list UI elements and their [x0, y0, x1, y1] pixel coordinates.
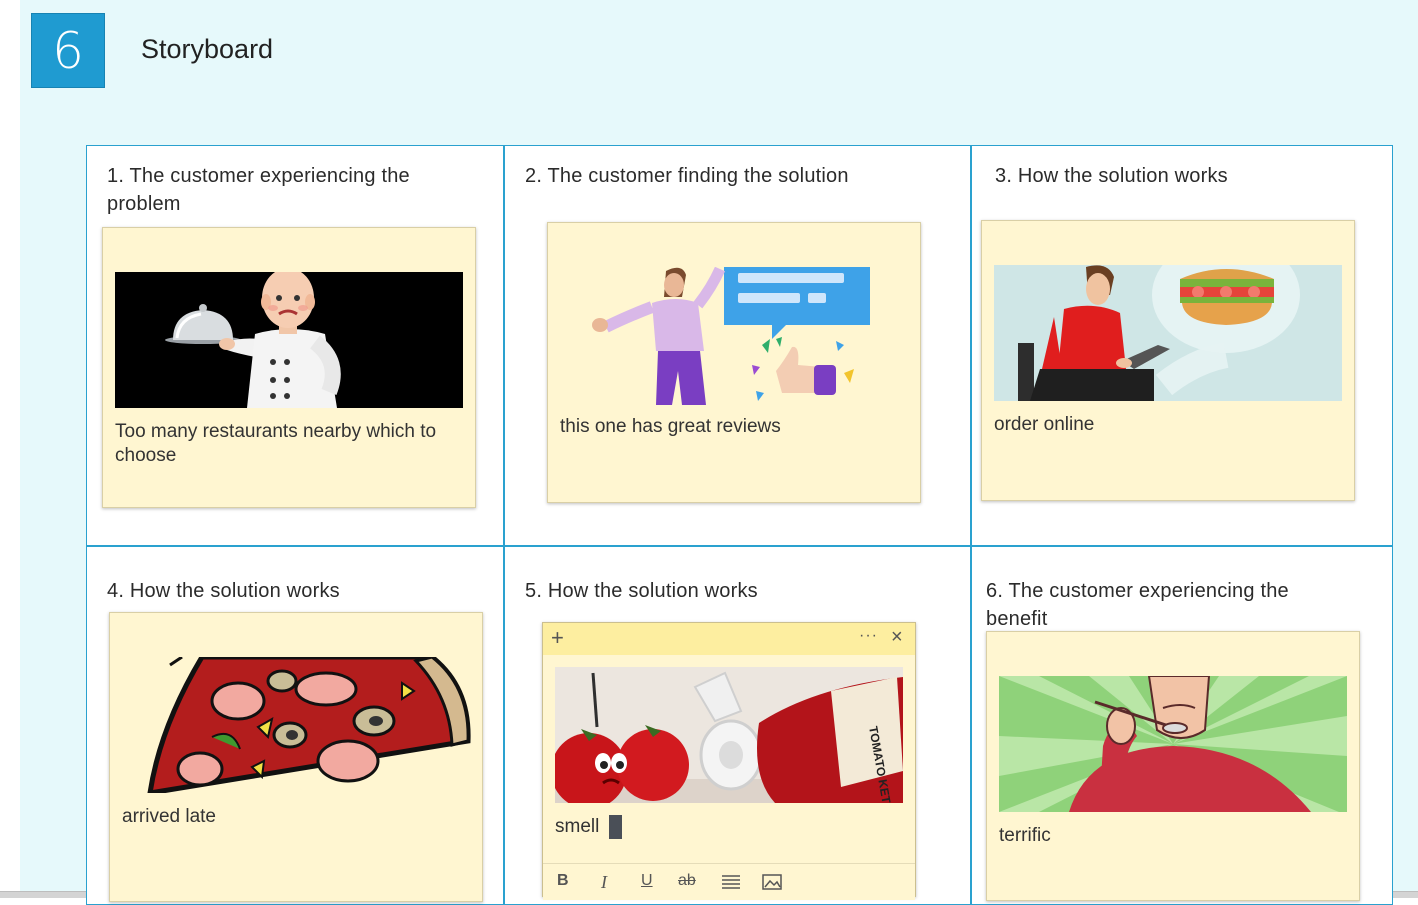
cell-title-4: 4. How the solution works — [107, 580, 340, 602]
note-text: order online — [994, 414, 1095, 435]
close-icon[interactable]: × — [891, 626, 903, 649]
note-text-value: smell — [555, 816, 600, 838]
cell-title-6: 6. The customer experiencing the benefit — [986, 580, 1289, 630]
note-text[interactable]: smell — [555, 815, 675, 839]
note-text: this one has great reviews — [560, 416, 781, 437]
italic-button[interactable]: I — [601, 872, 607, 893]
sticky-note-5-editing[interactable]: + ··· × TOMATO KETCHUP smell B I U ab — [542, 622, 916, 900]
sticky-note-1[interactable]: Too many restaurants nearby which to cho… — [102, 227, 476, 508]
ketchup-image: TOMATO KETCHUP — [555, 667, 903, 803]
cell-title-5: 5. How the solution works — [525, 580, 758, 602]
board-number-badge: 6 — [31, 13, 105, 88]
sticky-note-3[interactable]: order online — [981, 220, 1355, 501]
chef-image — [115, 272, 463, 408]
text-cursor — [608, 815, 622, 839]
sticky-note-2[interactable]: this one has great reviews — [547, 222, 921, 503]
sticky-note-4[interactable]: arrived late — [109, 612, 483, 902]
order-online-image — [994, 265, 1342, 401]
strikethrough-button[interactable]: ab — [678, 872, 696, 890]
more-icon[interactable]: ··· — [859, 627, 878, 645]
cell-title-2: 2. The customer finding the solution — [525, 165, 849, 187]
plus-icon[interactable]: + — [551, 626, 564, 650]
man-eating-image — [999, 676, 1347, 812]
woman-chat-image — [586, 267, 872, 405]
grid-divider — [503, 145, 505, 905]
bold-button[interactable]: B — [557, 872, 569, 890]
format-toolbar: B I U ab — [543, 863, 915, 900]
pizza-image — [140, 657, 472, 793]
image-icon[interactable] — [762, 874, 782, 895]
note-toolbar: + ··· × — [543, 623, 915, 655]
underline-button[interactable]: U — [641, 872, 653, 890]
note-text: arrived late — [122, 806, 216, 827]
note-text: terrific — [999, 825, 1051, 846]
cell-title-1: 1. The customer experiencing the problem — [107, 165, 410, 215]
grid-divider — [86, 545, 1393, 547]
note-text: Too many restaurants nearby which to cho… — [115, 421, 437, 466]
board-title: Storyboard — [141, 34, 274, 64]
list-icon[interactable] — [721, 874, 741, 895]
sticky-note-6[interactable]: terrific — [986, 631, 1360, 901]
grid-divider — [970, 145, 972, 905]
cell-title-3: 3. How the solution works — [995, 165, 1228, 187]
